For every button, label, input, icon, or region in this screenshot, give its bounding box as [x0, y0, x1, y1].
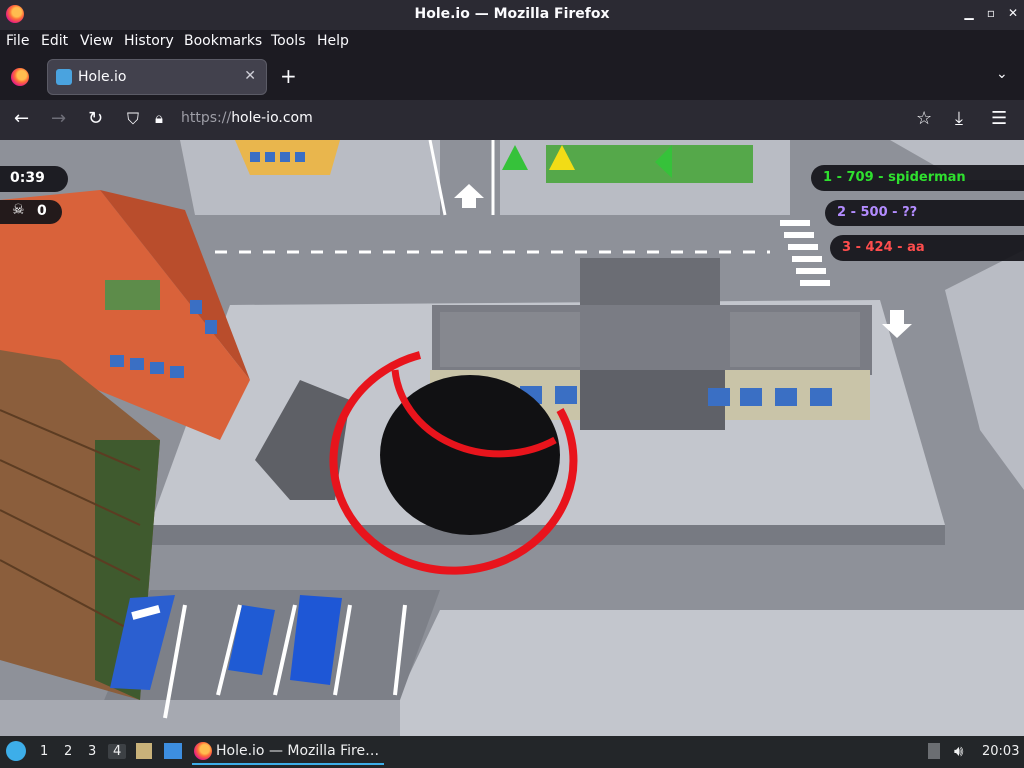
game-canvas[interactable]: 0:39 ☠ 0 1 - 709 - spiderman 2 - 500 - ?…	[0, 140, 1024, 736]
lock-icon[interactable]: 🔒︎	[155, 109, 163, 127]
maximize-icon[interactable]: ▫	[984, 6, 998, 20]
menu-view[interactable]: View	[80, 33, 113, 49]
back-arrow-icon[interactable]: ←	[14, 108, 29, 129]
downloads-icon[interactable]: ⤓	[955, 108, 963, 129]
workspace-2[interactable]: 2	[64, 744, 72, 759]
system-taskbar: 1 2 3 4 Hole.io — Mozilla Fire… 🔊︎ 20:03	[0, 736, 1024, 768]
leaderboard-text: 1 - 709 - spiderman	[823, 170, 966, 185]
url-scheme: https://	[181, 110, 232, 126]
task-label: Hole.io — Mozilla Fire…	[216, 743, 380, 759]
new-tab-plus-icon[interactable]: +	[280, 64, 297, 88]
menu-history[interactable]: History	[124, 33, 174, 49]
score-text: 0	[37, 203, 47, 219]
menu-help[interactable]: Help	[317, 33, 349, 49]
file-manager-icon[interactable]	[136, 743, 152, 759]
workspace-4[interactable]: 4	[108, 744, 127, 759]
tab-hole-io[interactable]: Hole.io ✕	[47, 59, 267, 95]
close-window-icon[interactable]: ✕	[1006, 6, 1020, 20]
shield-icon[interactable]: ⛉	[127, 109, 139, 129]
desktop-icon[interactable]	[164, 743, 182, 759]
bookmark-star-icon[interactable]: ☆	[916, 108, 932, 129]
leaderboard-entry-1: 1 - 709 - spiderman	[811, 165, 1024, 191]
timer-pill: 0:39	[0, 166, 68, 192]
clock[interactable]: 20:03	[982, 744, 1019, 759]
menu-bar: File Edit View History Bookmarks Tools H…	[0, 30, 1024, 54]
url-bar[interactable]: https://hole-io.com	[181, 110, 313, 126]
menu-file[interactable]: File	[6, 33, 29, 49]
tab-bar: Hole.io ✕ + ⌄	[0, 54, 1024, 100]
leaderboard-text: 3 - 424 - aa	[842, 240, 925, 255]
volume-icon[interactable]: 🔊︎	[954, 742, 963, 760]
navigation-bar: ← → ↻ ⛉ 🔒︎ https://hole-io.com ☆ ⤓ ☰	[0, 100, 1024, 140]
task-firefox[interactable]: Hole.io — Mozilla Fire…	[192, 739, 384, 765]
menu-edit[interactable]: Edit	[41, 33, 68, 49]
hamburger-menu-icon[interactable]: ☰	[991, 108, 1007, 129]
window-title: Hole.io — Mozilla Firefox	[414, 6, 610, 22]
menu-tools[interactable]: Tools	[271, 33, 306, 49]
score-pill: ☠ 0	[0, 200, 62, 224]
leaderboard-entry-3: 3 - 424 - aa	[830, 235, 1024, 261]
leaderboard-entry-2: 2 - 500 - ??	[825, 200, 1024, 226]
close-icon[interactable]: ✕	[244, 68, 256, 84]
firefox-view-icon[interactable]	[11, 68, 29, 86]
app-launcher-icon[interactable]	[6, 741, 26, 761]
tab-label: Hole.io	[78, 69, 127, 85]
menu-bookmarks[interactable]: Bookmarks	[184, 33, 262, 49]
leaderboard-text: 2 - 500 - ??	[837, 205, 918, 220]
url-host: hole-io.com	[231, 110, 313, 126]
firefox-task-icon	[194, 742, 212, 760]
window-titlebar: Hole.io — Mozilla Firefox ▁ ▫ ✕	[0, 0, 1024, 30]
workspace-1[interactable]: 1	[40, 744, 48, 759]
forward-arrow-icon[interactable]: →	[51, 108, 66, 129]
timer-text: 0:39	[10, 170, 45, 186]
hole-io-favicon-icon	[56, 69, 72, 85]
skull-icon: ☠	[12, 202, 25, 218]
battery-icon[interactable]	[928, 743, 940, 759]
workspace-3[interactable]: 3	[88, 744, 96, 759]
reload-icon[interactable]: ↻	[88, 108, 103, 129]
minimize-icon[interactable]: ▁	[962, 6, 976, 20]
chevron-down-icon[interactable]: ⌄	[996, 66, 1008, 82]
park-lawn	[546, 145, 753, 183]
game-scene	[0, 140, 1024, 736]
